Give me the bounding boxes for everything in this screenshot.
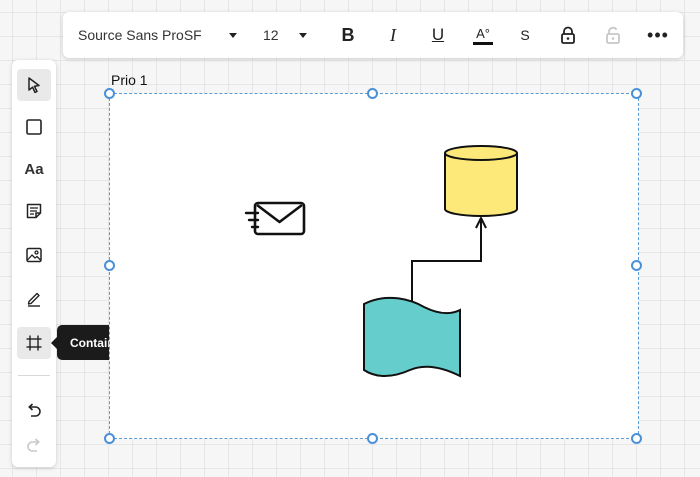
- mail-icon[interactable]: [244, 201, 306, 236]
- connector-arrow[interactable]: [411, 217, 487, 312]
- resize-handle-right[interactable]: [631, 260, 642, 271]
- database-shape[interactable]: [444, 145, 518, 217]
- resize-handle-left[interactable]: [104, 260, 115, 271]
- document-shape[interactable]: [363, 296, 461, 378]
- resize-handle-top-left[interactable]: [104, 88, 115, 99]
- resize-handle-top[interactable]: [367, 88, 378, 99]
- resize-handle-bottom[interactable]: [367, 433, 378, 444]
- resize-handle-bottom-left[interactable]: [104, 433, 115, 444]
- resize-handle-bottom-right[interactable]: [631, 433, 642, 444]
- canvas-shapes: [244, 145, 518, 378]
- resize-handle-top-right[interactable]: [631, 88, 642, 99]
